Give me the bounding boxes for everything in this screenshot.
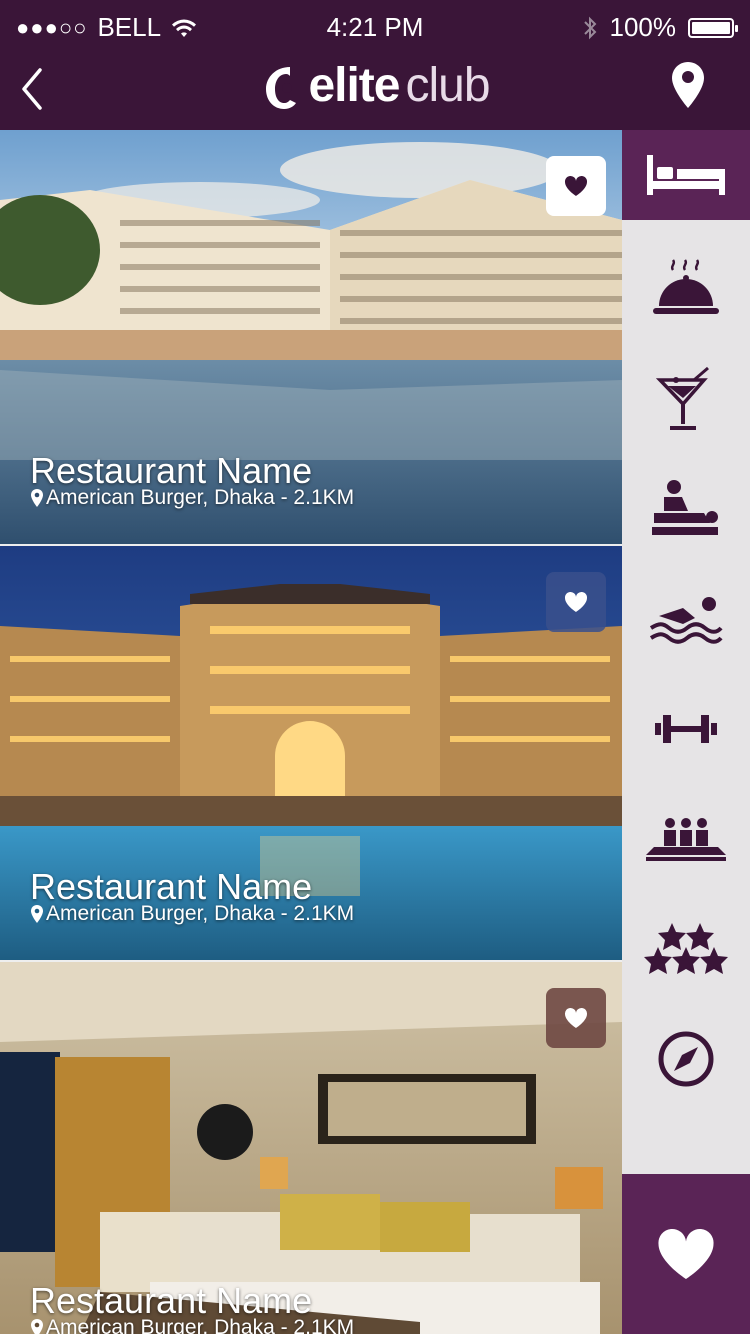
listing-location: American Burger, Dhaka - 2.1KM	[30, 902, 354, 926]
brand-name-bold: elite	[308, 59, 400, 112]
brand-logo: elite club	[0, 58, 750, 113]
brand-name-light: club	[405, 59, 490, 112]
status-bar: ●●●○○ BELL 4:21 PM 100%	[0, 0, 750, 56]
category-hotels[interactable]	[622, 130, 750, 220]
favorite-button[interactable]	[546, 988, 606, 1048]
listing-card[interactable]: Restaurant Name American Burger, Dhaka -…	[0, 546, 622, 960]
listing-location-text: American Burger, Dhaka - 2.1KM	[46, 1316, 355, 1334]
listing-location: American Burger, Dhaka - 2.1KM	[30, 1316, 354, 1334]
dumbbell-icon	[655, 715, 717, 743]
category-bars[interactable]	[622, 344, 750, 454]
listing-feed[interactable]: Restaurant Name American Burger, Dhaka -…	[0, 130, 622, 1334]
category-sidebar	[622, 130, 750, 1334]
swimmer-icon	[649, 597, 723, 644]
location-pin-icon	[31, 905, 43, 923]
listing-location: American Burger, Dhaka - 2.1KM	[30, 486, 354, 510]
listing-location-text: American Burger, Dhaka - 2.1KM	[46, 902, 355, 925]
heart-icon	[564, 175, 588, 196]
category-gym[interactable]	[622, 674, 750, 784]
compass-icon	[658, 1031, 714, 1087]
massage-icon	[652, 480, 718, 535]
listing-card[interactable]: Restaurant Name American Burger, Dhaka -…	[0, 962, 622, 1334]
heart-icon	[658, 1228, 714, 1279]
bed-icon	[647, 155, 725, 195]
bluetooth-icon	[583, 16, 596, 39]
cocktail-icon	[656, 366, 709, 430]
category-ratings[interactable]	[622, 894, 750, 1004]
stars-icon	[644, 923, 728, 974]
category-cinema[interactable]	[622, 784, 750, 894]
cinema-seats-icon	[646, 818, 726, 861]
category-dining[interactable]	[622, 234, 750, 344]
category-pool[interactable]	[622, 564, 750, 674]
battery-percent: 100%	[609, 12, 677, 42]
listing-card[interactable]: Restaurant Name American Burger, Dhaka -…	[0, 130, 622, 544]
location-pin-icon	[31, 489, 43, 507]
listing-location-text: American Burger, Dhaka - 2.1KM	[46, 486, 355, 509]
battery-icon	[688, 17, 738, 38]
logo-mark-icon	[266, 66, 297, 109]
nav-bar: elite club	[0, 56, 750, 130]
location-pin-icon	[31, 1319, 43, 1334]
map-pin-icon[interactable]	[670, 60, 706, 110]
heart-icon	[564, 1007, 588, 1028]
dining-cloche-icon	[653, 259, 719, 314]
favorite-button[interactable]	[546, 572, 606, 632]
favorites-button[interactable]	[622, 1174, 750, 1334]
listing-photo	[0, 962, 622, 1334]
category-spa[interactable]	[622, 454, 750, 564]
heart-icon	[564, 591, 588, 612]
category-explore[interactable]	[622, 1004, 750, 1114]
favorite-button[interactable]	[546, 156, 606, 216]
